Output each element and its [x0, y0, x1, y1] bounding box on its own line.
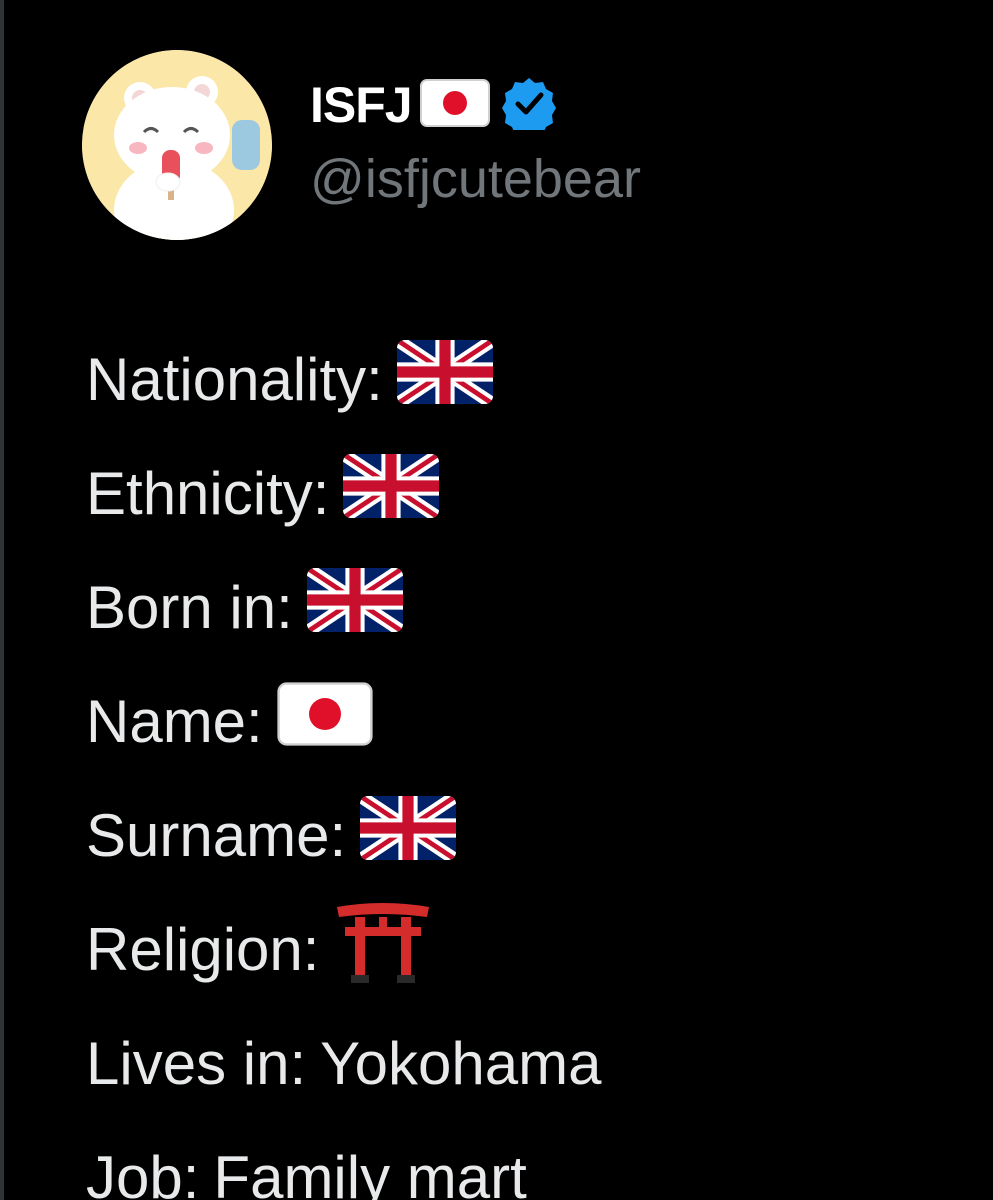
post-screenshot: ISFJ @isfjcutebear Nationality: Ethnicit…: [0, 0, 993, 1200]
bio-label: Born in:: [86, 573, 293, 641]
bio-line-surname: Surname:: [86, 778, 601, 892]
bio-line-job: Job: Family mart: [86, 1120, 601, 1200]
avatar[interactable]: [82, 50, 272, 240]
bio-value: Family mart: [213, 1143, 527, 1200]
uk-flag-icon: [343, 452, 440, 534]
bio-label: Ethnicity:: [86, 459, 330, 527]
bio-line-lives-in: Lives in: Yokohama: [86, 1006, 601, 1120]
japan-flag-icon: [419, 78, 490, 132]
bio-label: Job:: [86, 1143, 200, 1200]
bio-line-religion: Religion:: [86, 892, 601, 1006]
uk-flag-icon: [360, 794, 457, 876]
bio-line-nationality: Nationality:: [86, 322, 601, 436]
uk-flag-icon: [306, 566, 403, 648]
profile-handle[interactable]: @isfjcutebear: [310, 148, 641, 210]
uk-flag-icon: [396, 338, 493, 420]
bio-label: Religion:: [86, 915, 320, 983]
japan-flag-icon: [277, 680, 373, 762]
profile-header: ISFJ @isfjcutebear: [82, 50, 942, 250]
left-divider: [0, 0, 4, 1200]
bio-line-ethnicity: Ethnicity:: [86, 436, 601, 550]
verified-badge-icon[interactable]: [501, 76, 556, 138]
bio-label: Nationality:: [86, 345, 383, 413]
bio: Nationality: Ethnicity: Born in: Name: S…: [86, 322, 601, 1200]
bio-value: Yokohama: [320, 1029, 602, 1097]
bio-label: Lives in:: [86, 1029, 307, 1097]
bio-label: Name:: [86, 687, 263, 755]
bio-line-born-in: Born in:: [86, 550, 601, 664]
bio-label: Surname:: [86, 801, 347, 869]
torii-gate-icon: [333, 899, 433, 999]
name-block: ISFJ @isfjcutebear: [310, 70, 641, 210]
display-name[interactable]: ISFJ: [310, 76, 413, 134]
bio-line-name: Name:: [86, 664, 601, 778]
bear-avatar-image: [82, 50, 272, 240]
display-name-row: ISFJ: [310, 70, 641, 140]
